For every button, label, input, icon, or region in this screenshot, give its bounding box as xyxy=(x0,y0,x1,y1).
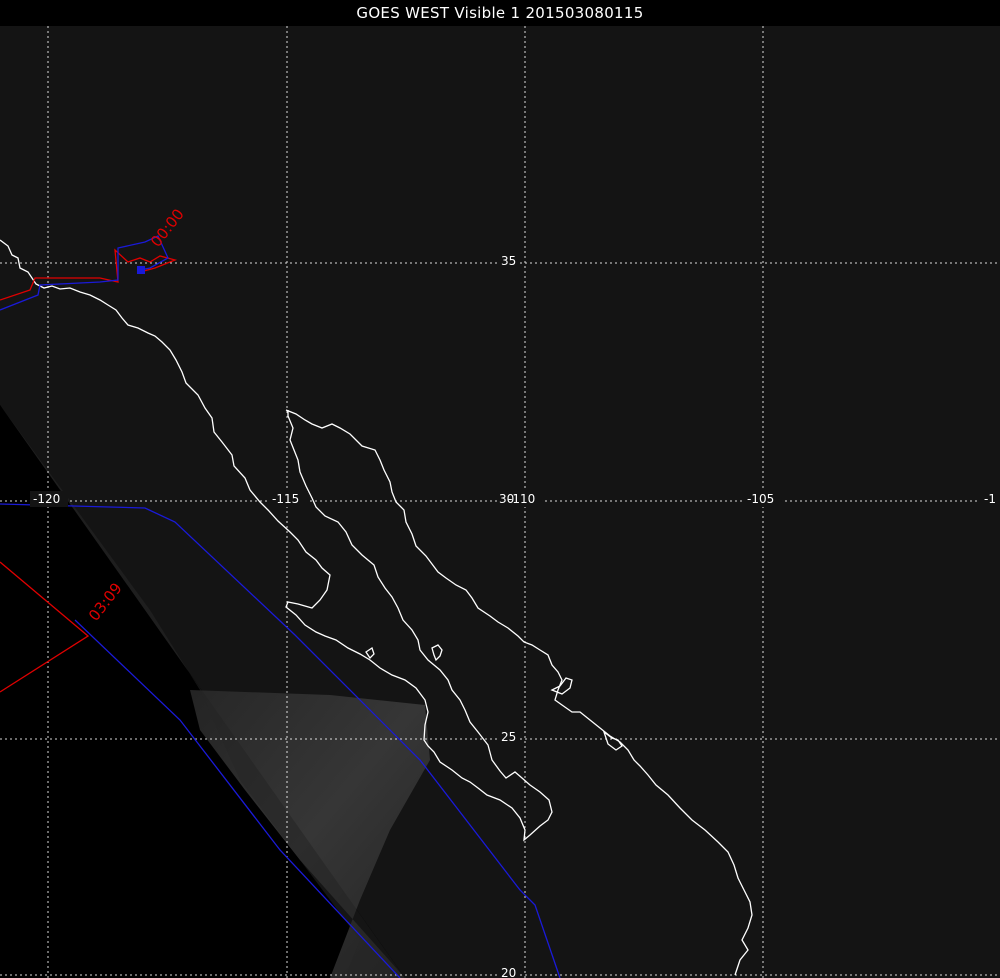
lon-label-120: -120 xyxy=(33,492,60,506)
lat-label-25: 25 xyxy=(501,730,516,744)
lat-label-20: 20 xyxy=(501,966,516,978)
map-canvas: 00:00 03:09 -120 -115 30 -110 -105 -1 35… xyxy=(0,26,1000,978)
lon-label-115: -115 xyxy=(272,492,299,506)
lat-label-35: 35 xyxy=(501,254,516,268)
lon-label-105: -105 xyxy=(747,492,774,506)
trajectory-start-marker xyxy=(137,266,145,274)
lon-label-100: -1 xyxy=(984,492,996,506)
satellite-map-view: GOES WEST Visible 1 201503080115 00:00 0… xyxy=(0,0,1000,978)
lon-label-110: -110 xyxy=(508,492,535,506)
